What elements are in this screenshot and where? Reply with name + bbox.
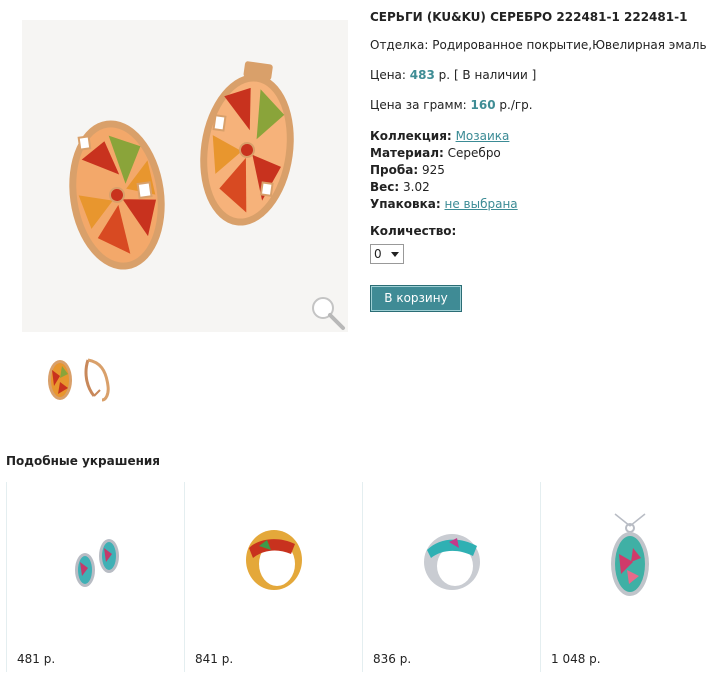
availability-status: [ В наличии ] (453, 68, 537, 82)
finish-value: Родированное покрытие,Ювелирная эмаль (432, 38, 706, 52)
collection-link[interactable]: Мозаика (456, 129, 510, 143)
packaging-link[interactable]: не выбрана (445, 197, 518, 211)
property-weight: Вес: 3.02 (370, 180, 430, 194)
price-row: Цена: 483 р. [ В наличии ] (370, 68, 536, 82)
gram-label: Цена за грамм: (370, 98, 467, 112)
similar-item-card[interactable]: 1 048 р. (540, 482, 706, 672)
similar-item-card[interactable]: 836 р. (362, 482, 541, 672)
finish-row: Отделка: Родированное покрытие,Ювелирная… (370, 38, 706, 52)
product-main-image[interactable] (22, 20, 348, 332)
earrings-image (69, 61, 294, 270)
similar-item-image (397, 510, 507, 610)
product-title: СЕРЬГИ (KU&KU) СЕРЕБРО 222481-1 222481-1 (370, 10, 688, 24)
similar-items-list: 481 р. 841 р. 836 р. 1 048 р. (6, 482, 706, 672)
property-packaging: Упаковка: не выбрана (370, 197, 518, 211)
price-unit: р. (438, 68, 451, 82)
similar-item-price: 481 р. (17, 652, 56, 666)
price-per-gram-row: Цена за грамм: 160 р./гр. (370, 98, 533, 112)
similar-item-image (41, 510, 151, 610)
similar-section-title: Подобные украшения (6, 454, 161, 468)
add-to-cart-button[interactable]: В корзину (370, 285, 462, 312)
quantity-value: 0 (374, 247, 382, 261)
finish-label: Отделка: (370, 38, 429, 52)
similar-item-card[interactable]: 841 р. (184, 482, 363, 672)
thumbnail-side[interactable] (80, 356, 114, 404)
similar-item-price: 1 048 р. (551, 652, 601, 666)
similar-item-image (575, 510, 685, 610)
price-label: Цена: (370, 68, 406, 82)
property-collection: Коллекция: Мозаика (370, 129, 510, 143)
property-material: Материал: Серебро (370, 146, 501, 160)
quantity-label: Количество: (370, 224, 457, 238)
similar-item-price: 836 р. (373, 652, 412, 666)
similar-item-price: 841 р. (195, 652, 234, 666)
product-properties: Коллекция: Мозаика Материал: Серебро Про… (370, 128, 518, 213)
gram-unit: р./гр. (499, 98, 533, 112)
similar-item-card[interactable]: 481 р. (6, 482, 185, 672)
property-purity: Проба: 925 (370, 163, 445, 177)
gram-value: 160 (470, 98, 496, 112)
thumbnail-front[interactable] (46, 356, 74, 404)
price-value: 483 (409, 68, 435, 82)
magnifier-icon[interactable] (307, 293, 347, 333)
similar-item-image (219, 510, 329, 610)
chevron-down-icon (391, 252, 399, 257)
quantity-select[interactable]: 0 (370, 244, 404, 264)
